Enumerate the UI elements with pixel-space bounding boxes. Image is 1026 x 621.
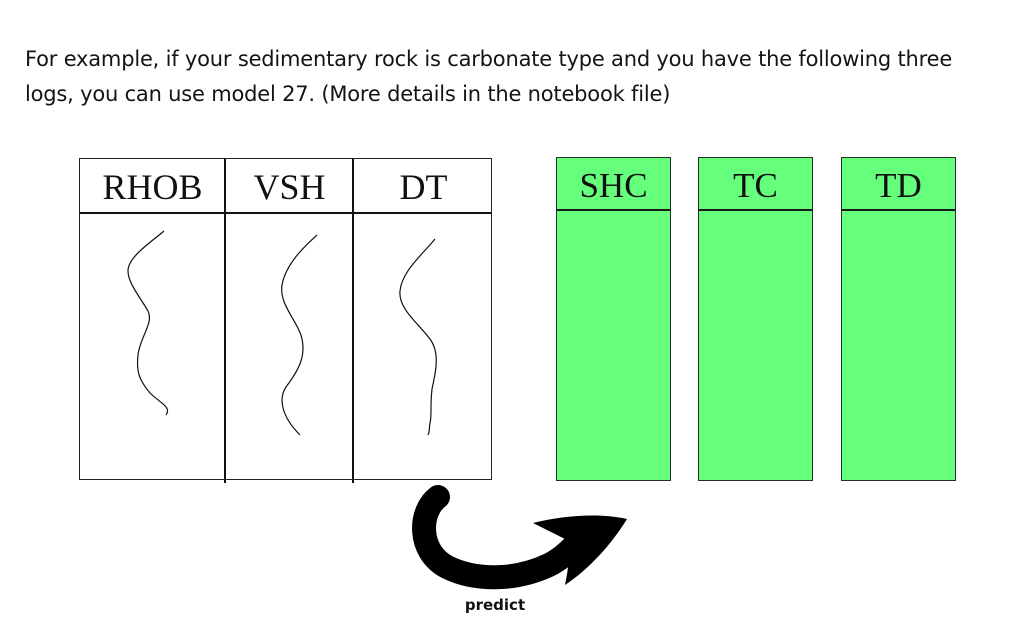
output-header-divider-td	[842, 209, 955, 211]
output-log-title-shc: SHC	[579, 166, 648, 205]
intro-text: For example, if your sedimentary rock is…	[25, 42, 1005, 112]
dt-log-curve	[399, 238, 437, 436]
intro-line-2: logs, you can use model 27. (More detail…	[25, 82, 671, 106]
curved-arrow-icon	[412, 485, 627, 590]
predict-label: predict	[464, 596, 526, 614]
output-log-column-shc: SHC	[556, 157, 671, 481]
output-log-column-tc: TC	[698, 157, 813, 481]
output-header-divider-tc	[699, 209, 812, 211]
log-curves	[127, 230, 437, 436]
vsh-log-curve	[281, 234, 318, 436]
input-logs-table: RHOB VSH DT	[79, 158, 492, 483]
output-log-title-tc: TC	[733, 166, 778, 205]
output-header-divider-shc	[557, 209, 670, 211]
output-log-title-td: TD	[875, 166, 922, 205]
output-log-column-td: TD	[841, 157, 956, 481]
rhob-log-curve	[127, 230, 169, 416]
intro-line-1: For example, if your sedimentary rock is…	[25, 47, 953, 71]
